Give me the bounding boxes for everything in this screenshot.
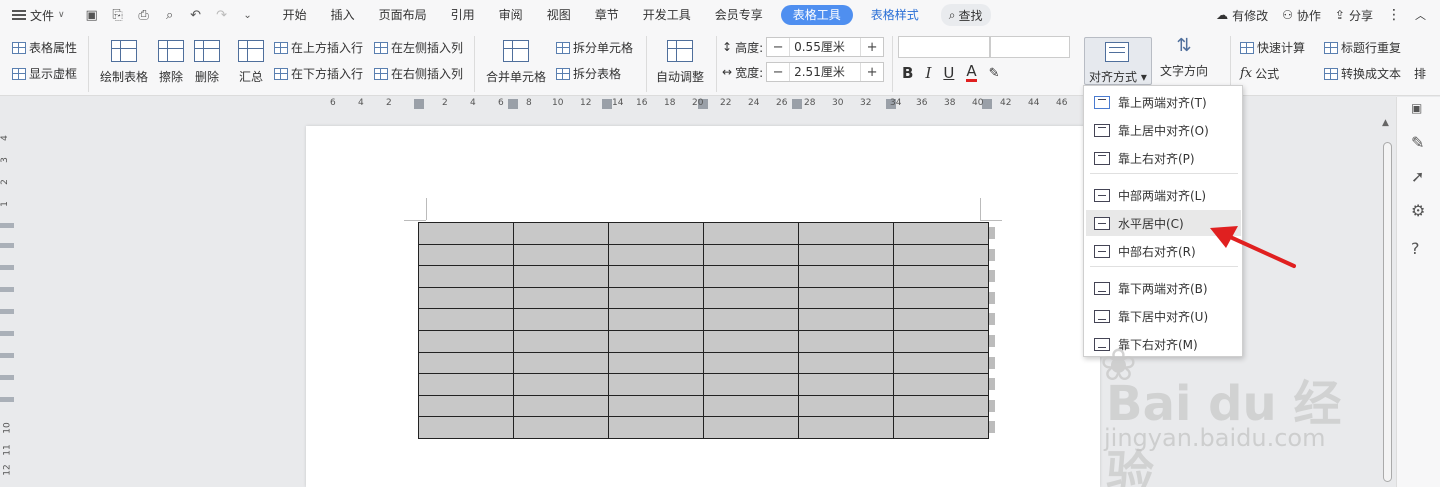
annotation-arrow (1210, 226, 1296, 268)
